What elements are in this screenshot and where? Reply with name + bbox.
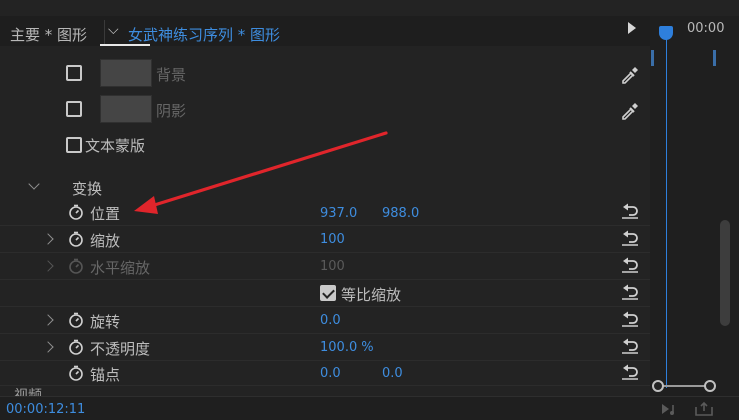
position-row: 位置 937.0 988.0 [0,200,650,226]
scroll-indicator [100,44,150,46]
scale-width-label: 水平缩放 [90,259,151,277]
playhead-handle[interactable] [659,26,673,40]
effect-controls-panel: 主要 * 图形 ⌵ 女武神练习序列 * 图形 00:00 背景 阴影 文本蒙版 … [0,0,739,420]
current-timecode[interactable]: 00:00:12:11 [6,402,85,417]
reset-parameter-icon[interactable] [621,230,639,246]
reset-parameter-icon[interactable] [621,203,639,219]
video-section-label-cut: 视频 [14,388,42,396]
zoom-right-handle[interactable] [704,380,716,392]
reset-parameter-icon[interactable] [621,284,639,300]
position-x-value[interactable]: 937.0 [320,206,357,221]
anchor-point-label: 锚点 [90,366,121,384]
anchor-point-row: 锚点 0.0 0.0 [0,362,650,386]
play-audio-icon[interactable] [660,401,680,417]
clip-end-marker [713,50,716,66]
tab-primary[interactable]: 主要 * 图形 [10,24,87,45]
zoom-left-handle[interactable] [652,380,664,392]
opacity-value[interactable]: 100.0 [320,340,357,355]
chevron-right-icon[interactable] [42,314,54,326]
uniform-scale-checkbox[interactable] [320,285,336,301]
stopwatch-icon[interactable] [68,231,84,247]
scale-label: 缩放 [90,232,121,250]
playhead-line[interactable] [666,38,667,388]
position-y-value[interactable]: 988.0 [382,206,419,221]
chevron-right-icon[interactable] [42,233,54,245]
shadow-row: 阴影 [0,92,650,128]
reset-parameter-icon[interactable] [621,311,639,327]
background-label: 背景 [156,66,187,84]
text-mask-label: 文本蒙版 [85,137,146,155]
position-label: 位置 [90,205,121,223]
background-color-swatch[interactable] [100,59,152,87]
clip-start-marker [651,50,654,66]
tab-divider [104,20,105,44]
tab-sequence[interactable]: 女武神练习序列 * 图形 [128,24,280,45]
reset-parameter-icon[interactable] [621,364,639,380]
opacity-row: 不透明度 100.0% [0,335,650,361]
eyedropper-icon[interactable] [620,64,640,84]
timeline-zoom-bar[interactable] [652,380,718,392]
rotation-row: 旋转 0.0 [0,308,650,334]
play-only-this-clip-icon[interactable] [628,22,636,34]
text-mask-row: 文本蒙版 [0,130,650,160]
opacity-unit: % [361,340,374,355]
eyedropper-icon[interactable] [620,100,640,120]
stopwatch-icon [69,258,83,274]
stopwatch-icon[interactable] [68,365,84,381]
anchor-y-value[interactable]: 0.0 [382,366,403,381]
chevron-right-icon[interactable] [42,341,54,353]
background-row: 背景 [0,56,650,92]
transform-section-label: 变换 [72,180,103,198]
shadow-label: 阴影 [156,102,187,120]
transform-section-header[interactable]: 变换 [0,176,650,198]
chevron-down-icon[interactable]: ⌵ [108,22,119,38]
reset-parameter-icon[interactable] [621,338,639,354]
rotation-label: 旋转 [90,313,121,331]
panel-header: 主要 * 图形 ⌵ 女武神练习序列 * 图形 [0,16,650,46]
chevron-down-icon[interactable] [28,178,40,190]
timeline-ruler-time: 00:00 [687,21,725,36]
stopwatch-icon[interactable] [68,312,84,328]
opacity-value-group: 100.0% [320,340,374,355]
reset-parameter-icon[interactable] [621,257,639,273]
rotation-value[interactable]: 0.0 [320,313,341,328]
vertical-scrollbar[interactable] [720,220,730,326]
background-checkbox[interactable] [66,65,82,81]
uniform-scale-label: 等比缩放 [341,286,402,304]
scale-width-row: 水平缩放 100 [0,254,650,280]
mini-timeline[interactable] [650,16,739,406]
panel-footer: 00:00:12:11 [0,396,739,420]
stopwatch-icon[interactable] [68,204,84,220]
export-frame-icon[interactable] [694,401,714,417]
scale-width-value: 100 [320,259,345,274]
chevron-right-icon[interactable] [42,260,54,272]
opacity-label: 不透明度 [90,340,151,358]
stopwatch-icon[interactable] [68,339,84,355]
text-mask-checkbox[interactable] [66,137,82,153]
uniform-scale-row: 等比缩放 [0,281,650,307]
shadow-color-swatch[interactable] [100,95,152,123]
anchor-x-value[interactable]: 0.0 [320,366,341,381]
shadow-checkbox[interactable] [66,101,82,117]
scale-value[interactable]: 100 [320,232,345,247]
scale-row: 缩放 100 [0,227,650,253]
